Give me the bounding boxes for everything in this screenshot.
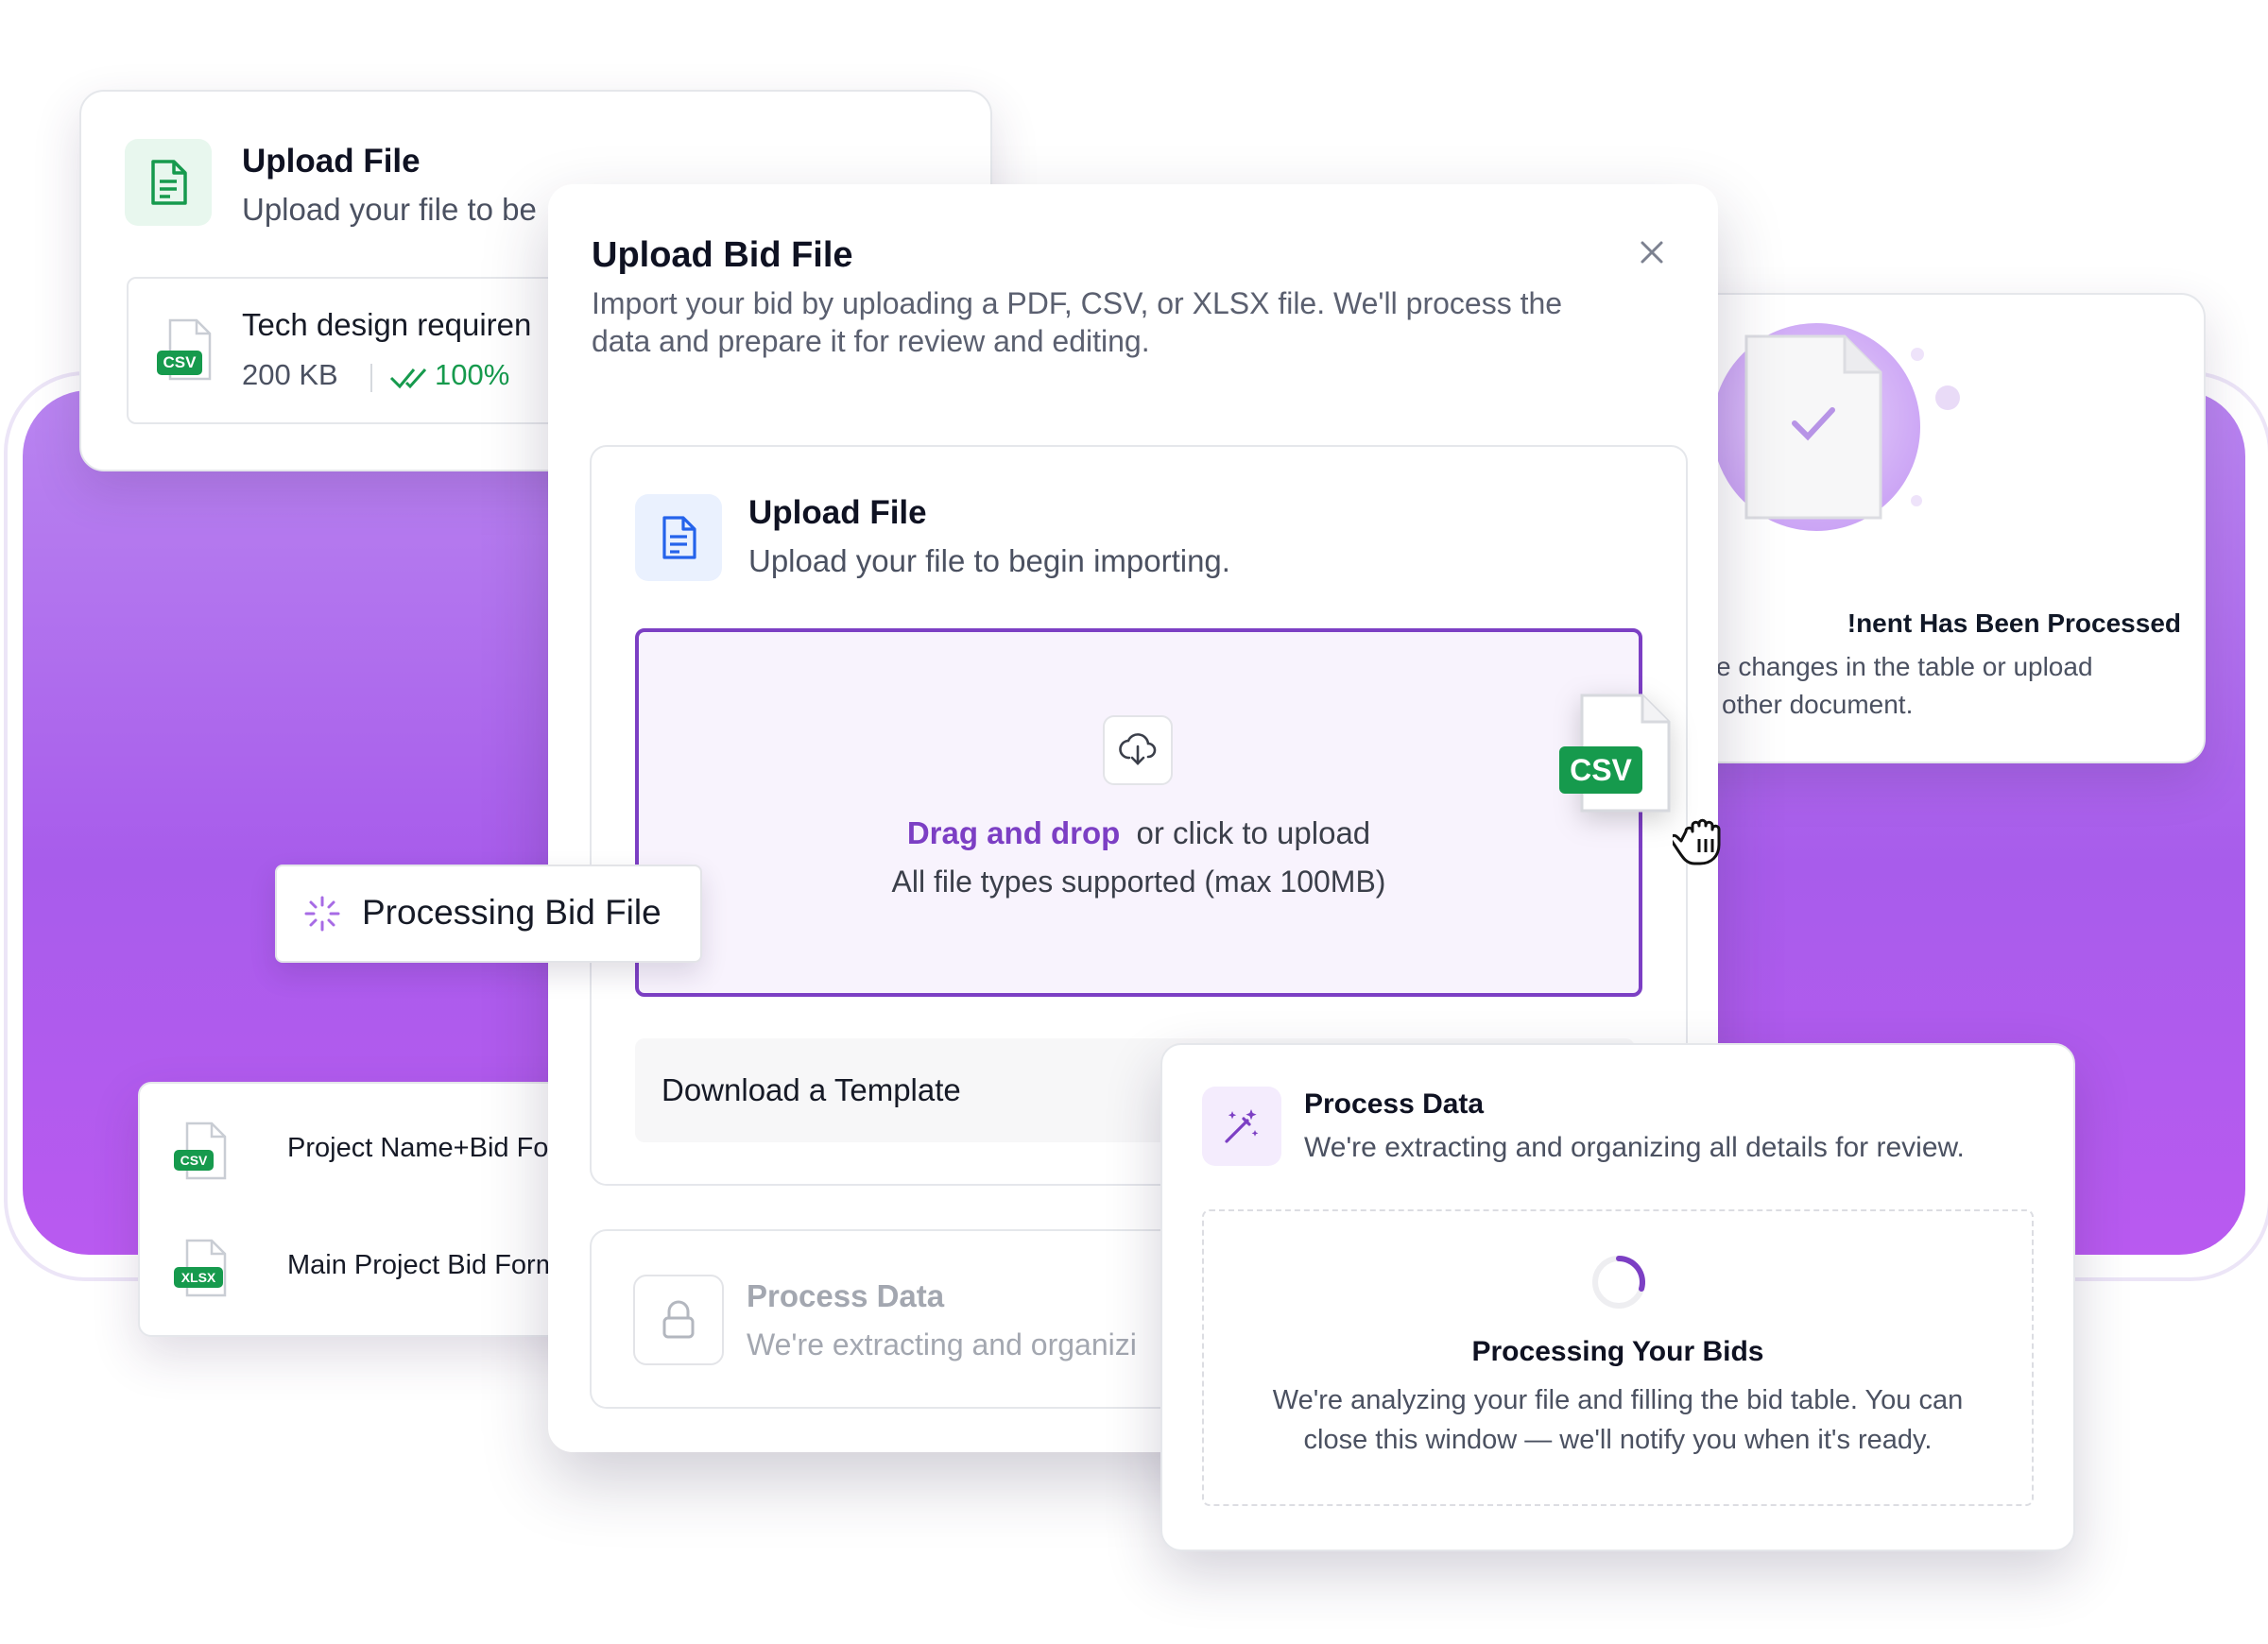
magic-wand-icon bbox=[1202, 1087, 1281, 1166]
xlsx-file-tag: XLSX bbox=[174, 1267, 223, 1288]
double-check-icon bbox=[389, 366, 429, 395]
bg-file-name: Tech design requiren bbox=[242, 307, 532, 342]
file-name: Project Name+Bid Forn bbox=[287, 1133, 574, 1163]
dragged-csv-file[interactable]: CSV bbox=[1557, 692, 1675, 819]
csv-file-tag: CSV bbox=[174, 1150, 214, 1171]
modal-title: Upload Bid File bbox=[592, 235, 853, 275]
processed-line2: other document. bbox=[1722, 690, 1914, 719]
dropzone-cta: Drag and drop or click to upload bbox=[639, 815, 1639, 851]
xlsx-file-icon: XLSX bbox=[174, 1239, 231, 1302]
processed-line1: e changes in the table or upload bbox=[1716, 652, 2093, 681]
bg-file-size: 200 KB bbox=[242, 358, 338, 391]
process-data-card: Process Data We're extracting and organi… bbox=[1160, 1043, 2075, 1551]
dot bbox=[1911, 495, 1922, 506]
dot bbox=[1911, 348, 1924, 361]
bg-file-progress: 100% bbox=[435, 358, 510, 391]
csv-file-icon: CSV bbox=[155, 318, 214, 387]
upload-step-subtitle: Upload your file to begin importing. bbox=[748, 543, 1230, 578]
download-template-label: Download a Template bbox=[662, 1072, 961, 1107]
processing-status-box: Processing Your Bids We're analyzing you… bbox=[1202, 1209, 2034, 1506]
dropzone-hint: All file types supported (max 100MB) bbox=[891, 865, 1386, 899]
modal-description-1: Import your bid by uploading a PDF, CSV,… bbox=[592, 286, 1563, 320]
dot bbox=[1935, 385, 1960, 410]
process-card-subtitle: We're extracting and organizing all deta… bbox=[1304, 1132, 1965, 1163]
csv-file-tag: CSV bbox=[1559, 746, 1642, 794]
processing-chip: Processing Bid File bbox=[275, 865, 702, 963]
processing-line1: We're analyzing your file and filling th… bbox=[1272, 1385, 1964, 1415]
grab-cursor-icon bbox=[1669, 811, 1733, 872]
processing-title: Processing Your Bids bbox=[1471, 1336, 1764, 1367]
file-name: Main Project Bid Form.: bbox=[287, 1250, 574, 1280]
close-icon[interactable] bbox=[1633, 233, 1671, 271]
divider bbox=[370, 364, 372, 392]
lock-icon bbox=[633, 1275, 724, 1365]
csv-file-tag: CSV bbox=[157, 351, 202, 375]
drag-and-drop-link[interactable]: Drag and drop bbox=[907, 815, 1121, 850]
spinner-icon bbox=[1589, 1253, 1648, 1316]
modal-description-2: data and prepare it for review and editi… bbox=[592, 324, 1150, 358]
bg-upload-subtitle: Upload your file to be bbox=[242, 192, 537, 227]
bg-upload-title: Upload File bbox=[242, 143, 421, 180]
processing-chip-label: Processing Bid File bbox=[362, 893, 662, 932]
processing-line2: close this window — we'll notify you whe… bbox=[1303, 1425, 1933, 1455]
document-icon bbox=[125, 139, 212, 226]
csv-file-icon: CSV bbox=[174, 1122, 231, 1185]
processed-file-icon bbox=[1743, 333, 1884, 526]
loader-icon bbox=[303, 895, 341, 937]
cloud-upload-icon bbox=[1103, 715, 1173, 785]
click-to-upload-text: or click to upload bbox=[1136, 815, 1371, 850]
dropzone[interactable]: Drag and drop or click to upload All fil… bbox=[635, 628, 1642, 997]
upload-step-title: Upload File bbox=[748, 494, 927, 531]
process-step-title: Process Data bbox=[747, 1278, 945, 1313]
process-step-subtitle: We're extracting and organizi bbox=[747, 1327, 1137, 1361]
document-icon bbox=[635, 494, 722, 581]
process-card-title: Process Data bbox=[1304, 1088, 1485, 1120]
